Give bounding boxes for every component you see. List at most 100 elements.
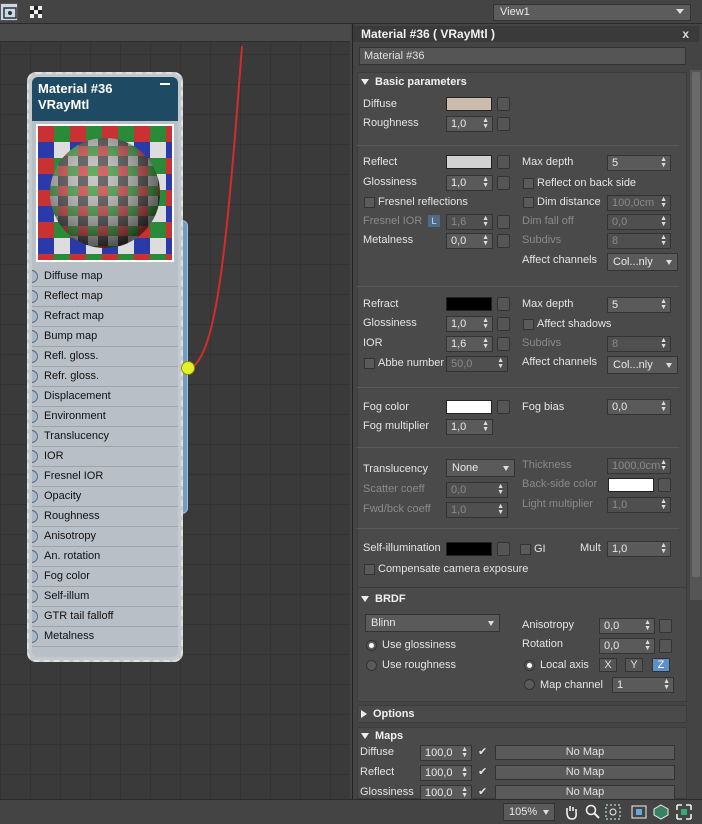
- affect-shadows-checkbox[interactable]: [523, 319, 534, 330]
- panel-scrollbar-thumb[interactable]: [692, 72, 700, 577]
- scatter-coeff-spinner[interactable]: 0,0 ▲ ▼: [446, 482, 508, 498]
- layout-icon[interactable]: [0, 3, 18, 21]
- max-depth-spinner[interactable]: 5 ▲ ▼: [607, 155, 671, 171]
- compensate-exposure-checkbox[interactable]: [364, 564, 375, 575]
- refr-glossiness-spinner[interactable]: 1,0 ▲ ▼: [446, 316, 493, 332]
- slot-socket-icon[interactable]: [32, 530, 38, 543]
- axis-x-button[interactable]: X: [599, 658, 617, 672]
- zoom-region-icon[interactable]: [604, 803, 622, 821]
- gi-checkbox[interactable]: [520, 544, 531, 555]
- fog-color-swatch[interactable]: [446, 400, 492, 414]
- translucency-dropdown[interactable]: None: [446, 459, 515, 477]
- slot-socket-icon[interactable]: [32, 410, 38, 423]
- slot-socket-icon[interactable]: [32, 450, 38, 463]
- material-name-field[interactable]: Material #36: [359, 47, 686, 65]
- mult-spinner[interactable]: 1,0 ▲ ▼: [607, 541, 671, 557]
- axis-y-button[interactable]: Y: [625, 658, 643, 672]
- node-slot[interactable]: Bump map: [32, 327, 178, 347]
- back-side-map-button[interactable]: [658, 478, 671, 492]
- checkmark-icon[interactable]: ✔: [478, 745, 487, 758]
- refract-map-button[interactable]: [497, 297, 510, 311]
- subdivs-spinner[interactable]: 8 ▲ ▼: [607, 233, 671, 249]
- node-slot[interactable]: An. rotation: [32, 547, 178, 567]
- zoom-extents-selected-icon[interactable]: [652, 803, 670, 821]
- refr-glossiness-map-button[interactable]: [497, 317, 510, 331]
- node-title[interactable]: Material #36 VRayMtl: [32, 77, 178, 121]
- zoom-icon[interactable]: [583, 803, 601, 821]
- refr-max-depth-spinner[interactable]: 5 ▲ ▼: [607, 297, 671, 313]
- local-axis-radio[interactable]: [524, 660, 535, 671]
- slot-socket-icon[interactable]: [32, 510, 38, 523]
- maximize-viewport-icon[interactable]: [675, 803, 693, 821]
- node-slot[interactable]: Reflect map: [32, 287, 178, 307]
- material-node[interactable]: Material #36 VRayMtl Diffuse map Reflect…: [27, 72, 183, 662]
- lock-icon[interactable]: L: [428, 215, 440, 227]
- abbe-checkbox[interactable]: [364, 358, 375, 369]
- slot-socket-icon[interactable]: [32, 550, 38, 563]
- close-icon[interactable]: x: [682, 27, 689, 41]
- fresnel-ior-spinner[interactable]: 1,6 ▲ ▼: [446, 214, 493, 230]
- slot-socket-icon[interactable]: [32, 470, 38, 483]
- map-slot-button[interactable]: No Map: [495, 745, 675, 760]
- zoom-extents-icon[interactable]: [630, 803, 648, 821]
- slot-socket-icon[interactable]: [32, 490, 38, 503]
- diffuse-map-button[interactable]: [497, 97, 510, 111]
- back-side-color-swatch[interactable]: [608, 478, 654, 492]
- node-slot[interactable]: Displacement: [32, 387, 178, 407]
- brdf-type-dropdown[interactable]: Blinn: [365, 614, 500, 632]
- node-slot[interactable]: Environment: [32, 407, 178, 427]
- checkmark-icon[interactable]: ✔: [478, 765, 487, 778]
- node-slot[interactable]: Diffuse map: [32, 267, 178, 287]
- slot-socket-icon[interactable]: [32, 590, 38, 603]
- slot-socket-icon[interactable]: [32, 370, 38, 383]
- fog-bias-spinner[interactable]: 0,0 ▲ ▼: [607, 399, 671, 415]
- rotation-map-button[interactable]: [659, 639, 672, 653]
- slot-socket-icon[interactable]: [32, 310, 38, 323]
- node-slot[interactable]: Self-illum: [32, 587, 178, 607]
- dim-distance-checkbox[interactable]: [523, 197, 534, 208]
- use-glossiness-radio[interactable]: [366, 640, 377, 651]
- slot-socket-icon[interactable]: [32, 290, 38, 303]
- abbe-spinner[interactable]: 50,0 ▲ ▼: [446, 356, 508, 372]
- slot-socket-icon[interactable]: [32, 270, 38, 283]
- node-slot[interactable]: GTR tail falloff: [32, 607, 178, 627]
- options-header[interactable]: Options: [361, 708, 415, 720]
- node-output-socket[interactable]: [181, 361, 195, 375]
- metalness-spinner[interactable]: 0,0 ▲ ▼: [446, 233, 493, 249]
- anisotropy-spinner[interactable]: 0,0 ▲ ▼: [599, 618, 655, 634]
- node-slot[interactable]: Metalness: [32, 627, 178, 647]
- map-amount-spinner[interactable]: 100,0 ▲ ▼: [420, 765, 472, 781]
- affect-channels-dropdown[interactable]: Col...nly: [607, 253, 678, 271]
- refract-color-swatch[interactable]: [446, 297, 492, 311]
- pan-hand-icon[interactable]: [562, 803, 580, 821]
- node-slot[interactable]: Opacity: [32, 487, 178, 507]
- glossiness-map-button[interactable]: [497, 176, 510, 190]
- self-illumination-map-button[interactable]: [497, 542, 510, 556]
- refr-affect-channels-dropdown[interactable]: Col...nly: [607, 356, 678, 374]
- fog-color-map-button[interactable]: [497, 400, 510, 414]
- slot-socket-icon[interactable]: [32, 350, 38, 363]
- reflect-map-button[interactable]: [497, 155, 510, 169]
- axis-z-button[interactable]: Z: [652, 658, 670, 672]
- fresnel-checkbox[interactable]: [364, 197, 375, 208]
- light-multiplier-spinner[interactable]: 1,0 ▲ ▼: [607, 497, 671, 513]
- fog-multiplier-spinner[interactable]: 1,0 ▲ ▼: [446, 419, 493, 435]
- node-slot[interactable]: Translucency: [32, 427, 178, 447]
- reflect-back-checkbox[interactable]: [523, 178, 534, 189]
- fwd-bck-coeff-spinner[interactable]: 1,0 ▲ ▼: [446, 502, 508, 518]
- roughness-map-button[interactable]: [497, 117, 510, 131]
- node-slot[interactable]: Refract map: [32, 307, 178, 327]
- slot-socket-icon[interactable]: [32, 570, 38, 583]
- refr-subdivs-spinner[interactable]: 8 ▲ ▼: [607, 336, 671, 352]
- checker-icon[interactable]: [28, 3, 46, 21]
- dim-distance-spinner[interactable]: 100,0cm ▲ ▼: [607, 195, 671, 211]
- map-slot-button[interactable]: No Map: [495, 785, 675, 800]
- diffuse-color-swatch[interactable]: [446, 97, 492, 111]
- rotation-spinner[interactable]: 0,0 ▲ ▼: [599, 638, 655, 654]
- reflect-color-swatch[interactable]: [446, 155, 492, 169]
- brdf-header[interactable]: BRDF: [361, 593, 406, 605]
- anisotropy-map-button[interactable]: [659, 619, 672, 633]
- node-slot[interactable]: Refl. gloss.: [32, 347, 178, 367]
- use-roughness-radio[interactable]: [366, 660, 377, 671]
- node-slot[interactable]: Fresnel IOR: [32, 467, 178, 487]
